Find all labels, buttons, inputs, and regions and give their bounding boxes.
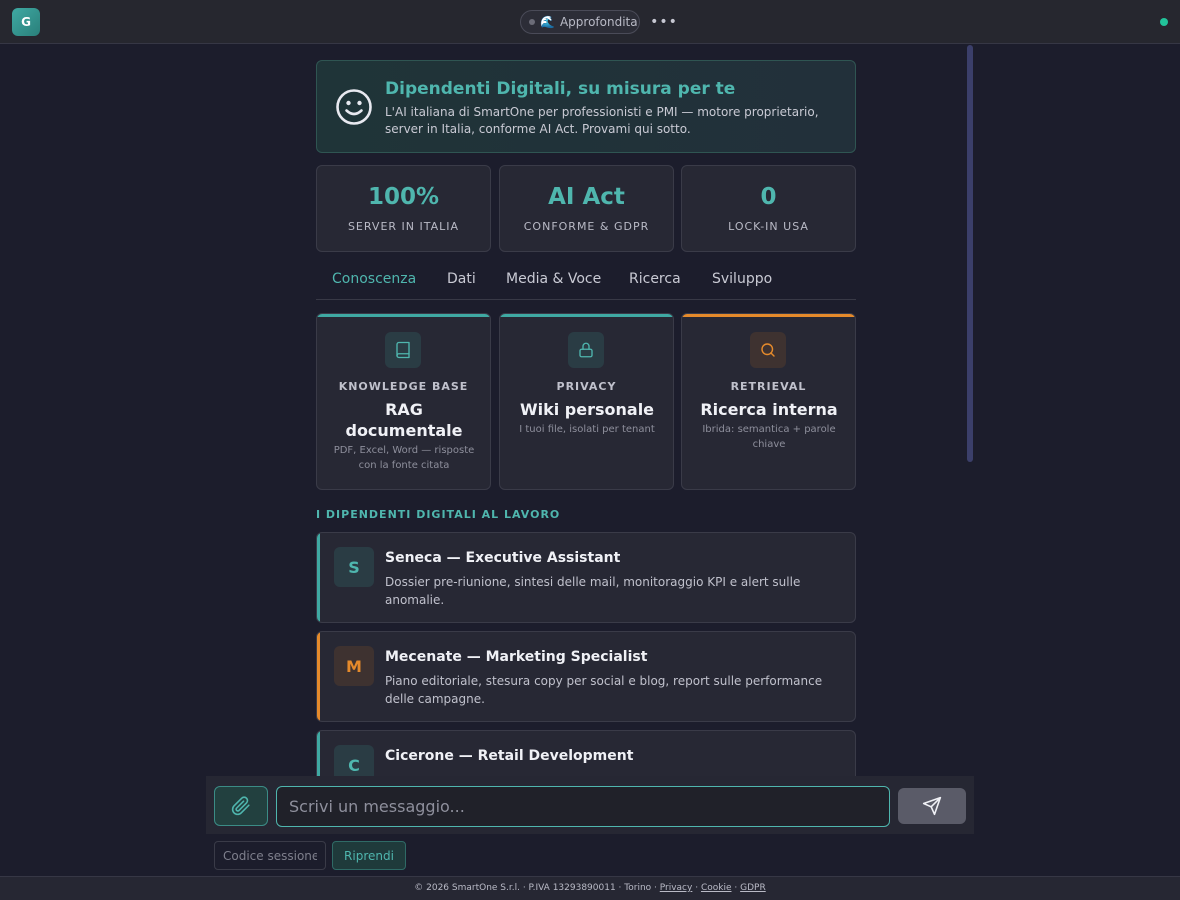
wave-icon: 🌊 xyxy=(540,15,555,29)
mode-selector[interactable]: 🌊 Approfondita xyxy=(520,10,640,34)
feature-kicker: KNOWLEDGE BASE xyxy=(338,380,469,393)
agent-card[interactable]: M Mecenate — Marketing Specialist Piano … xyxy=(316,631,856,722)
feature-title: RAG documentale xyxy=(345,400,463,440)
agent-title: Mecenate — Marketing Specialist xyxy=(385,649,648,665)
card-accent-line xyxy=(682,314,855,317)
tab-ricerca[interactable]: Ricerca xyxy=(629,271,681,287)
mode-label: Approfondita xyxy=(559,15,638,29)
agent-description: Dossier pre-riunione, sintesi delle mail… xyxy=(385,575,801,607)
user-avatar[interactable]: G xyxy=(12,8,40,36)
agent-accent-bar xyxy=(317,731,320,776)
tab-conoscenza[interactable]: Conoscenza xyxy=(332,271,416,287)
agent-description: Piano editoriale, stesura copy per socia… xyxy=(385,674,823,706)
card-accent-line xyxy=(500,314,673,317)
lock-icon xyxy=(568,332,604,368)
tab-dati[interactable]: Dati xyxy=(447,271,476,287)
card-accent-line xyxy=(317,314,490,317)
send-button[interactable] xyxy=(898,788,966,824)
tab-media-voce[interactable]: Media & Voce xyxy=(506,271,601,287)
attach-button[interactable] xyxy=(214,786,268,826)
resume-button[interactable]: Riprendi xyxy=(332,841,406,870)
category-tabs: Conoscenza Dati Media & Voce Ricerca Svi… xyxy=(316,266,856,300)
search-icon xyxy=(750,332,786,368)
feature-title: Ricerca interna xyxy=(700,400,838,419)
smiley-icon xyxy=(336,89,372,125)
agent-accent-bar xyxy=(317,533,320,622)
stat-value: 100% xyxy=(367,184,440,210)
gdpr-link[interactable]: GDPR xyxy=(740,883,766,893)
hero-title: Dipendenti Digitali, su misura per te xyxy=(385,79,736,99)
footer-separator: · xyxy=(695,883,699,893)
feature-kicker: PRIVACY xyxy=(556,380,617,393)
more-options-button[interactable]: ••• xyxy=(650,12,677,32)
tab-sviluppo[interactable]: Sviluppo xyxy=(712,271,772,287)
hero-banner: Dipendenti Digitali, su misura per te L'… xyxy=(316,60,856,153)
message-input[interactable] xyxy=(276,786,890,827)
feature-card[interactable]: PRIVACY Wiki personale I tuoi file, isol… xyxy=(499,313,674,490)
stat-label: LOCK-IN USA xyxy=(728,220,809,233)
agent-accent-bar xyxy=(317,632,320,721)
mode-status-dot xyxy=(529,19,535,25)
agent-card[interactable]: S Seneca — Executive Assistant Dossier p… xyxy=(316,532,856,623)
stat-card: AI Act CONFORME & GDPR xyxy=(499,165,674,252)
agent-avatar: S xyxy=(334,547,374,587)
cookie-link[interactable]: Cookie xyxy=(701,883,732,893)
feature-title: Wiki personale xyxy=(519,400,655,419)
stat-label: SERVER IN ITALIA xyxy=(347,220,460,233)
scrollbar-thumb[interactable] xyxy=(967,45,973,462)
stat-label: CONFORME & GDPR xyxy=(523,220,650,233)
feature-kicker: RETRIEVAL xyxy=(730,380,807,393)
agent-card[interactable]: C Cicerone — Retail Development xyxy=(316,730,856,776)
top-bar: G 🌊 Approfondita ••• xyxy=(0,0,1180,44)
hero-subtitle: L'AI italiana di SmartOne per profession… xyxy=(385,105,819,136)
online-status-dot xyxy=(1160,18,1168,26)
footer: © 2026 SmartOne S.r.l. · P.IVA 132938900… xyxy=(0,876,1180,900)
feature-card[interactable]: RETRIEVAL Ricerca interna Ibrida: semant… xyxy=(681,313,856,490)
feature-description: Ibrida: semantica + parole chiave xyxy=(702,424,836,450)
feature-description: I tuoi file, isolati per tenant xyxy=(519,424,655,435)
privacy-link[interactable]: Privacy xyxy=(660,883,693,893)
agent-avatar: M xyxy=(334,646,374,686)
session-code-input[interactable] xyxy=(214,841,326,870)
paperclip-icon xyxy=(231,796,250,816)
stat-value: 0 xyxy=(760,184,777,210)
stat-value: AI Act xyxy=(548,184,625,210)
agent-avatar: C xyxy=(334,745,374,776)
agent-title: Seneca — Executive Assistant xyxy=(385,550,621,566)
section-title: I DIPENDENTI DIGITALI AL LAVORO xyxy=(316,508,561,521)
footer-copyright: © 2026 SmartOne S.r.l. · P.IVA 132938900… xyxy=(414,883,657,893)
message-composer xyxy=(206,776,974,834)
footer-separator: · xyxy=(734,883,738,893)
stat-card: 100% SERVER IN ITALIA xyxy=(316,165,491,252)
send-icon xyxy=(922,796,942,816)
feature-card[interactable]: KNOWLEDGE BASE RAG documentale PDF, Exce… xyxy=(316,313,491,490)
feature-description: PDF, Excel, Word — risposte con la fonte… xyxy=(333,445,475,471)
stats-row: 100% SERVER IN ITALIA AI Act CONFORME & … xyxy=(316,165,856,252)
agent-title: Cicerone — Retail Development xyxy=(385,748,634,764)
stat-card: 0 LOCK-IN USA xyxy=(681,165,856,252)
chat-content: Dipendenti Digitali, su misura per te L'… xyxy=(316,44,856,776)
book-icon xyxy=(385,332,421,368)
